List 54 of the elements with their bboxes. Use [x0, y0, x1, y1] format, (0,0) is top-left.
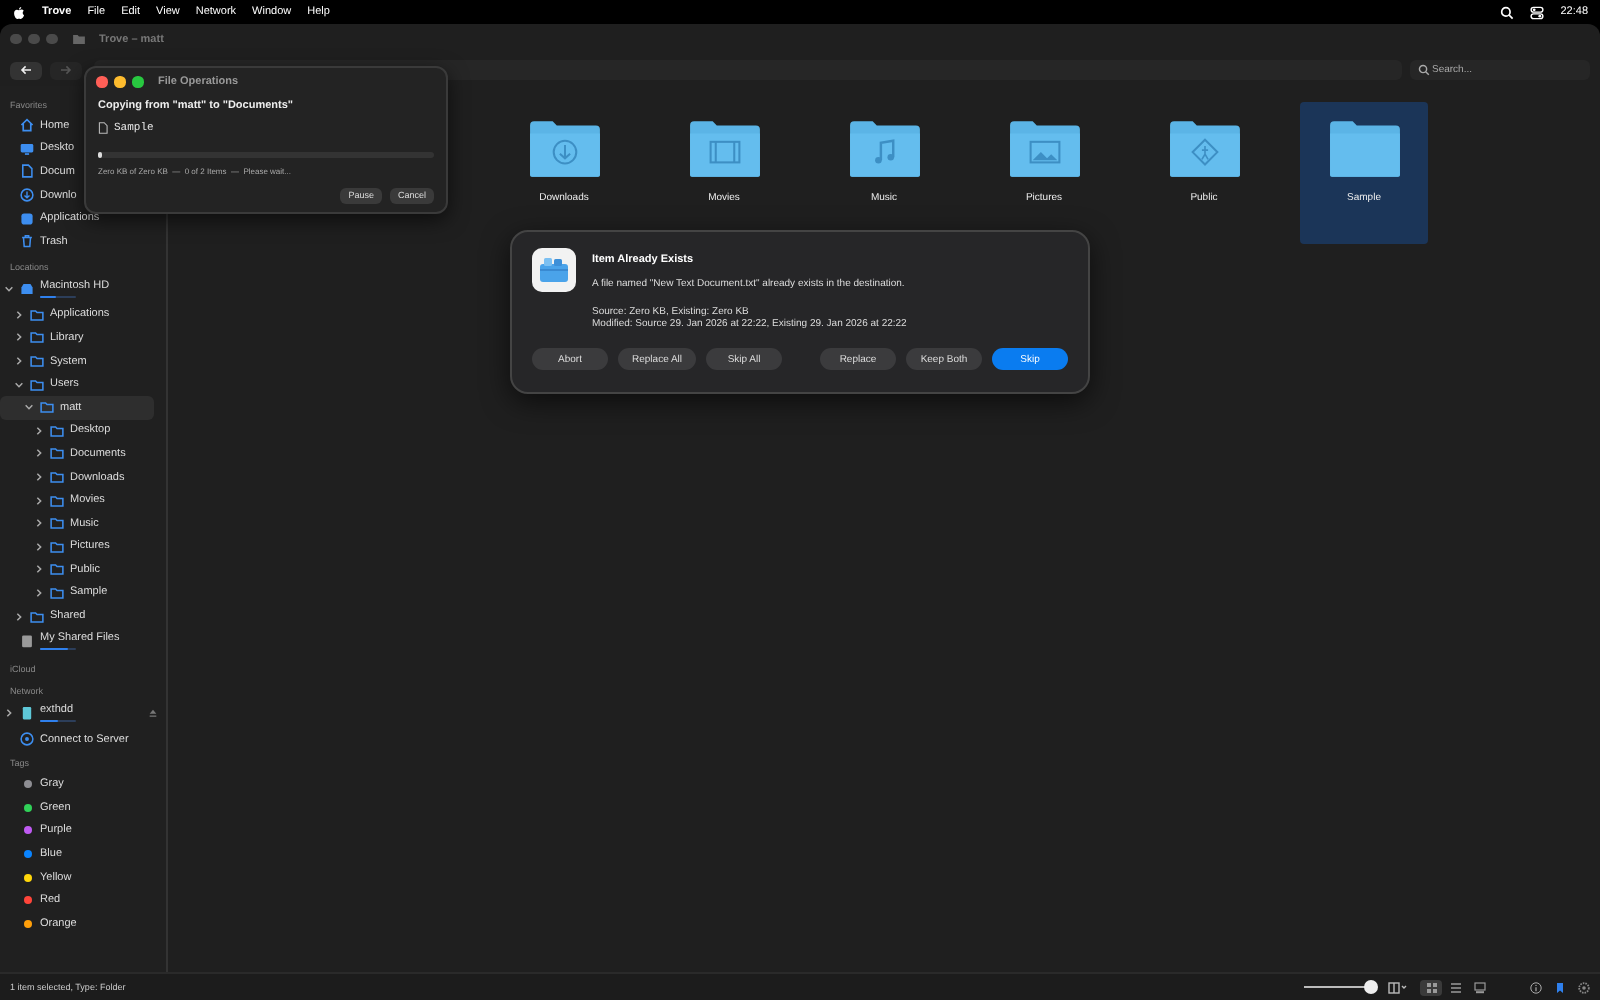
- bookmark-icon[interactable]: [1554, 981, 1566, 993]
- apple-logo-icon[interactable]: [12, 5, 26, 19]
- eject-icon[interactable]: [148, 708, 158, 719]
- close-button[interactable]: [96, 76, 107, 88]
- chevron-icon[interactable]: [4, 284, 14, 295]
- chevron-icon[interactable]: [14, 332, 24, 343]
- forward-arrow-icon: [60, 64, 72, 76]
- chevron-icon[interactable]: [34, 448, 44, 459]
- chevron-icon[interactable]: [14, 309, 24, 320]
- chevron-icon[interactable]: [4, 708, 14, 719]
- control-center-icon[interactable]: [1530, 5, 1545, 19]
- shared-drive-icon: [20, 634, 34, 649]
- chevron-icon[interactable]: [34, 472, 44, 483]
- folder-icon: [72, 32, 86, 46]
- document-icon: [20, 164, 34, 179]
- chevron-icon[interactable]: [34, 541, 44, 552]
- minimize-button[interactable]: [114, 76, 125, 88]
- chevron-icon[interactable]: [34, 495, 44, 506]
- film-icon: [708, 140, 740, 164]
- chevron-icon[interactable]: [14, 356, 24, 367]
- image-icon: [1028, 140, 1060, 164]
- gallery-view-button[interactable]: [1468, 979, 1490, 995]
- settings-icon[interactable]: [1578, 981, 1590, 993]
- back-arrow-icon: [20, 64, 32, 76]
- app-icon: [532, 248, 576, 292]
- chevron-icon[interactable]: [34, 518, 44, 529]
- zoom-slider-thumb[interactable]: [1363, 980, 1378, 994]
- column-layout-icon[interactable]: [1388, 981, 1408, 993]
- document-icon: [98, 121, 108, 133]
- download-icon: [551, 139, 577, 165]
- zoom-button[interactable]: [132, 76, 143, 88]
- home-icon: [20, 118, 34, 133]
- diamond-sign-icon: [1190, 138, 1218, 166]
- icon-view-button[interactable]: [1420, 979, 1442, 995]
- download-icon: [20, 188, 34, 203]
- chevron-icon[interactable]: [14, 379, 24, 390]
- drive-icon: [20, 282, 34, 297]
- chevron-icon[interactable]: [24, 402, 34, 413]
- zoom-slider[interactable]: [1304, 980, 1376, 994]
- monitor-icon: [20, 141, 34, 156]
- chevron-icon[interactable]: [34, 587, 44, 598]
- search-icon[interactable]: [1500, 5, 1515, 19]
- search-icon: [1418, 64, 1430, 76]
- network-icon: [20, 732, 34, 747]
- applications-icon: [20, 211, 34, 226]
- chevron-icon[interactable]: [34, 564, 44, 575]
- folder-icon: [1327, 116, 1401, 180]
- back-button[interactable]: [10, 61, 42, 79]
- chevron-icon[interactable]: [14, 611, 24, 622]
- chevron-icon[interactable]: [34, 425, 44, 436]
- info-icon[interactable]: [1530, 981, 1542, 993]
- trash-icon: [20, 234, 34, 249]
- music-note-icon: [874, 139, 894, 164]
- drive-icon: [20, 706, 34, 721]
